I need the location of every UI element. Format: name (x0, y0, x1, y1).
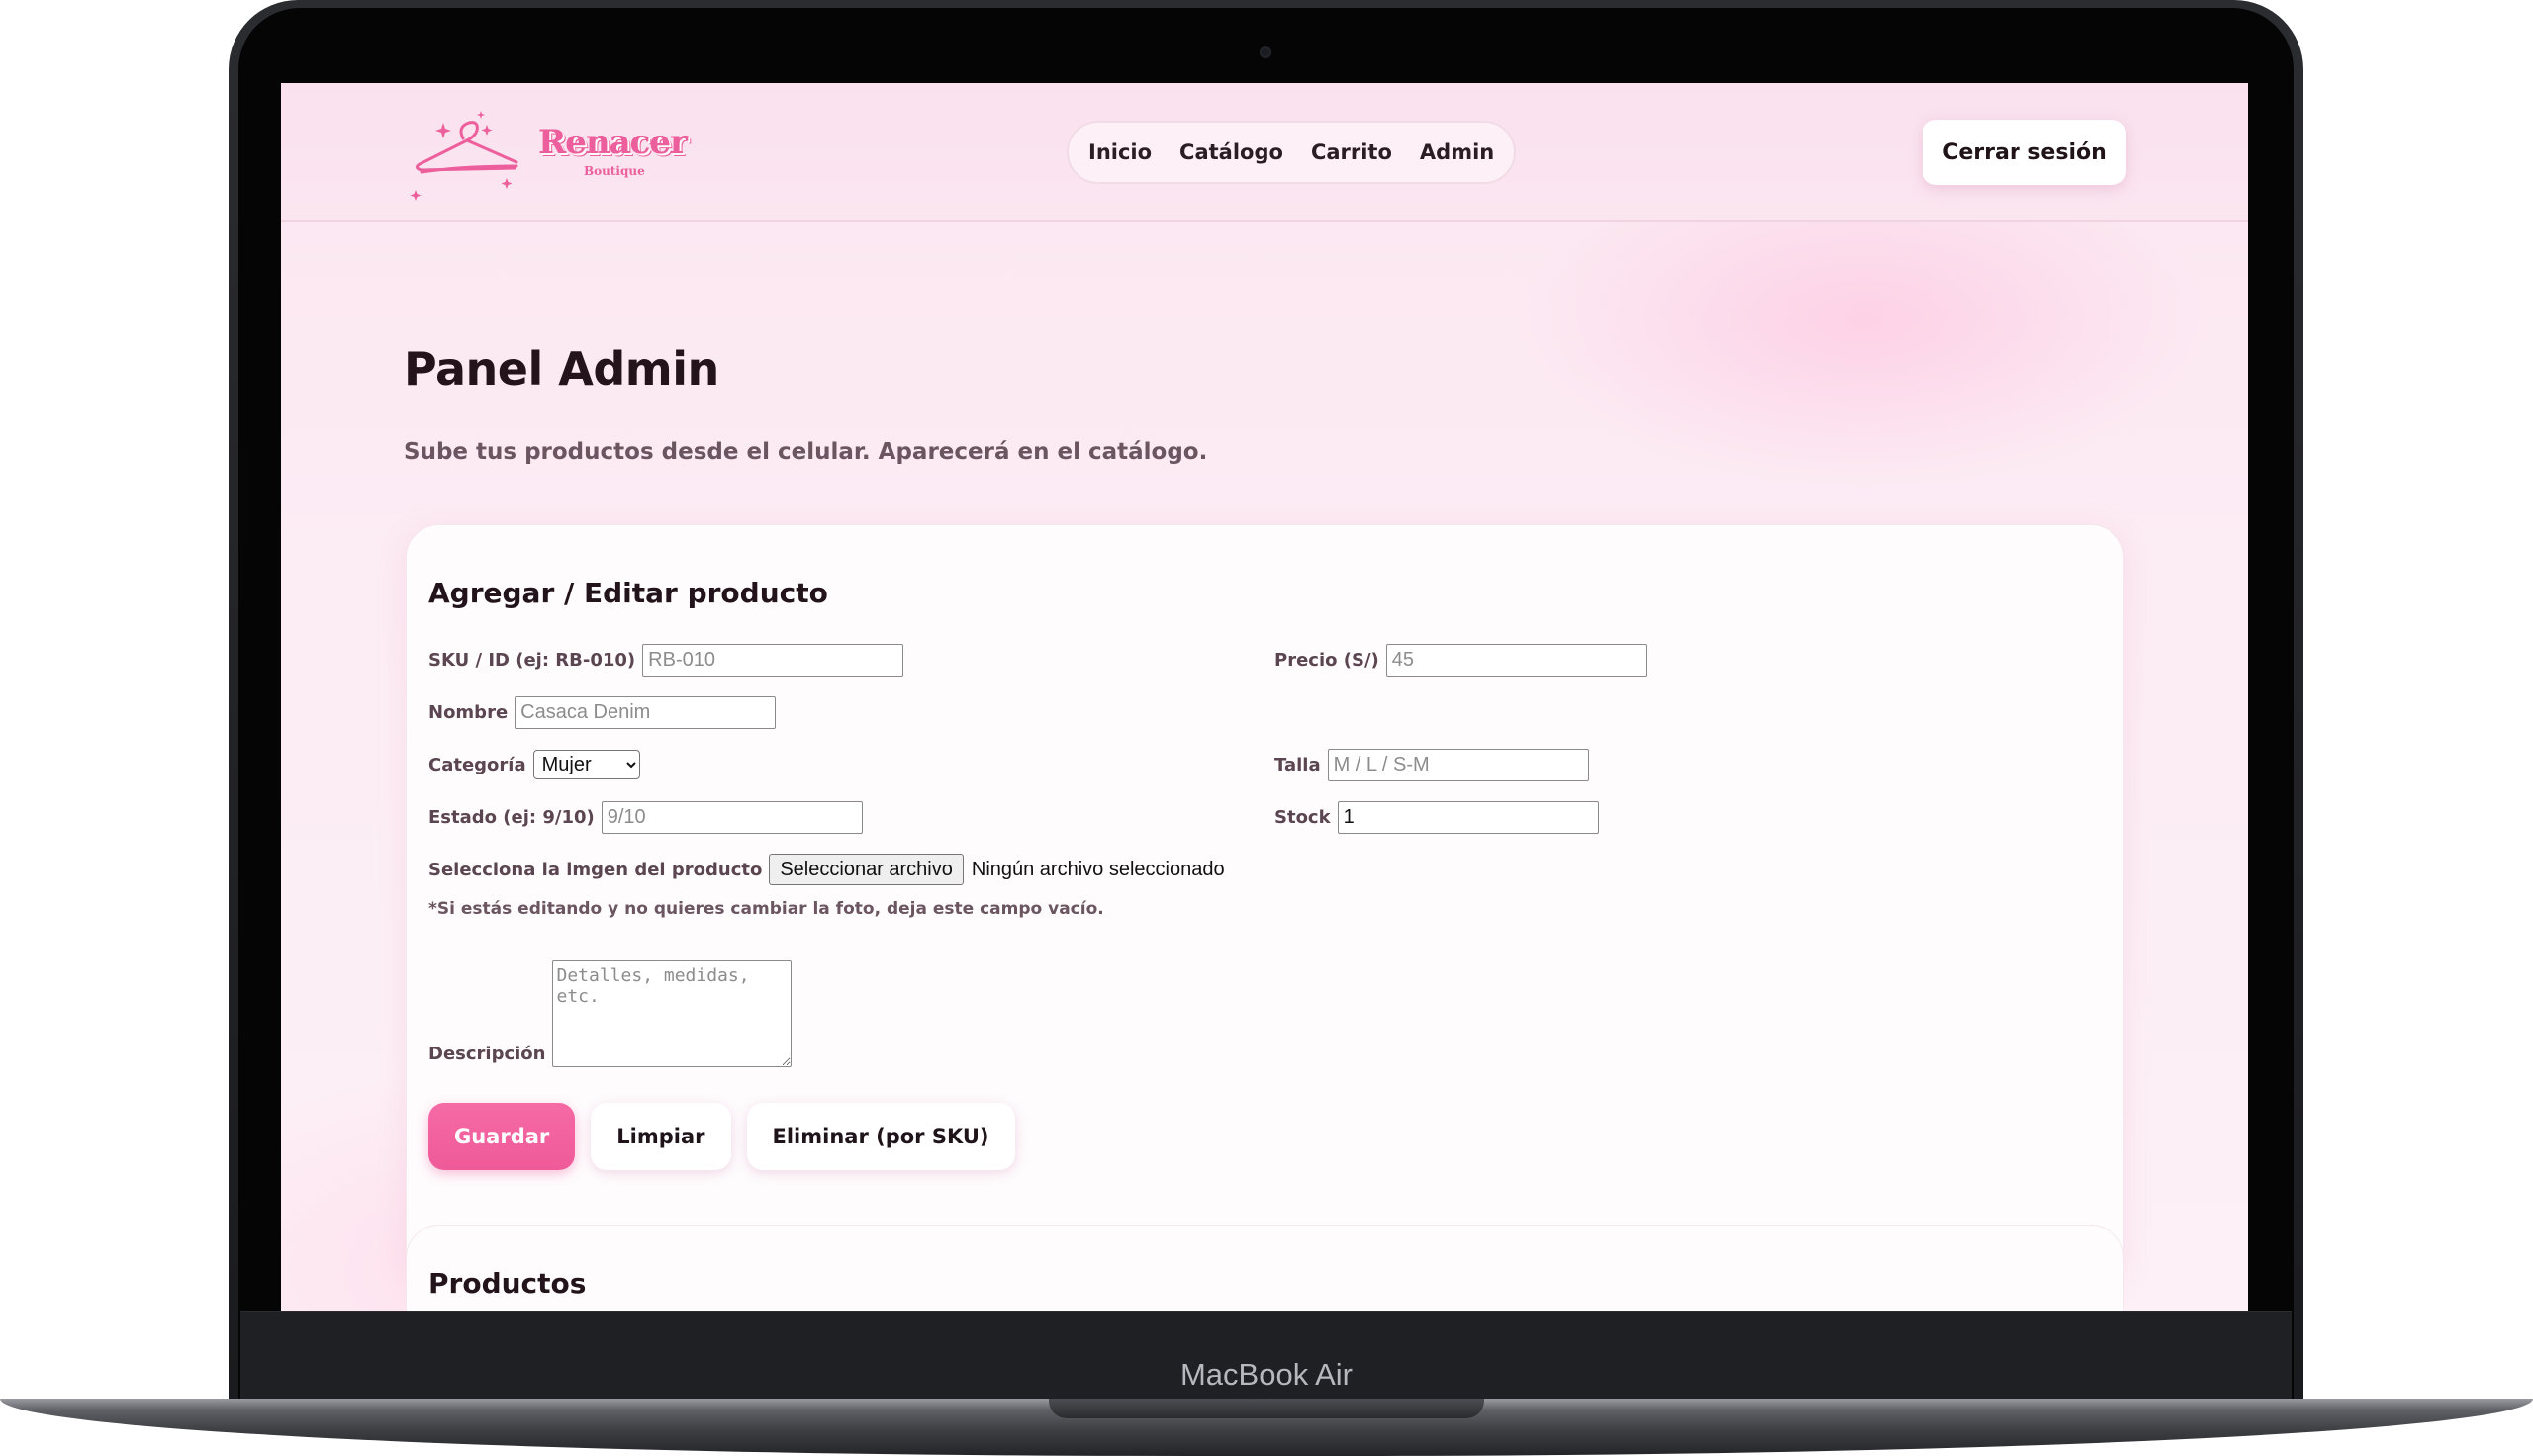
browser-viewport: Renacer Boutique Inicio Catálogo Carrito… (281, 83, 2248, 1311)
name-field-group: Nombre (428, 696, 777, 729)
nav-item-carrito[interactable]: Carrito (1311, 121, 1392, 184)
form-actions: Guardar Limpiar Eliminar (por SKU) (428, 1103, 1015, 1170)
description-textarea[interactable] (551, 960, 792, 1067)
sku-field-group: SKU / ID (ej: RB-010) (428, 644, 904, 677)
save-button[interactable]: Guardar (428, 1103, 576, 1170)
hinge-notch (1049, 1399, 1484, 1418)
description-label: Descripción (428, 1044, 546, 1064)
size-input[interactable] (1327, 749, 1589, 781)
category-field-group: Categoría Mujer (428, 750, 640, 779)
size-label: Talla (1274, 755, 1321, 775)
condition-input[interactable] (601, 801, 863, 834)
size-field-group: Talla (1274, 749, 1589, 781)
brand-logo[interactable]: Renacer Boutique (408, 103, 688, 202)
form-title: Agregar / Editar producto (428, 577, 828, 609)
product-form-card: Agregar / Editar producto SKU / ID (ej: … (406, 524, 2124, 1284)
name-label: Nombre (428, 702, 509, 723)
sku-input[interactable] (642, 644, 904, 677)
description-field-group: Descripción (428, 960, 792, 1067)
nav-item-inicio[interactable]: Inicio (1088, 121, 1152, 184)
name-input[interactable] (515, 696, 777, 729)
condition-label: Estado (ej: 9/10) (428, 807, 595, 828)
image-label: Selecciona la imgen del producto (428, 859, 763, 880)
stock-label: Stock (1274, 807, 1331, 828)
condition-field-group: Estado (ej: 9/10) (428, 801, 863, 834)
nav-item-catalogo[interactable]: Catálogo (1179, 121, 1283, 184)
stock-input[interactable] (1337, 801, 1599, 834)
price-label: Precio (S/) (1274, 650, 1379, 671)
site-header: Renacer Boutique Inicio Catálogo Carrito… (281, 83, 2248, 222)
brand-name: Renacer (538, 123, 688, 162)
category-label: Categoría (428, 754, 526, 775)
page-subtitle: Sube tus productos desde el celular. Apa… (404, 439, 1208, 465)
clear-button[interactable]: Limpiar (591, 1103, 731, 1170)
category-select[interactable]: Mujer (532, 750, 640, 779)
image-field-group: Selecciona la imgen del producto Selecci… (428, 854, 1225, 885)
main-nav: Inicio Catálogo Carrito Admin (1067, 121, 1517, 184)
logout-button[interactable]: Cerrar sesión (1923, 120, 2126, 185)
products-card: Productos (406, 1225, 2124, 1311)
device-model-label: MacBook Air (1179, 1357, 1353, 1392)
price-input[interactable] (1385, 644, 1647, 677)
delete-by-sku-button[interactable]: Eliminar (por SKU) (746, 1103, 1015, 1170)
sku-label: SKU / ID (ej: RB-010) (428, 650, 636, 671)
file-status: Ningún archivo seleccionado (971, 858, 1225, 880)
products-title: Productos (428, 1267, 587, 1300)
select-file-button[interactable]: Seleccionar archivo (769, 854, 964, 885)
camera-icon (1260, 46, 1271, 58)
brand-tagline: Boutique (584, 164, 645, 178)
stock-field-group: Stock (1274, 801, 1599, 834)
price-field-group: Precio (S/) (1274, 644, 1647, 677)
nav-item-admin[interactable]: Admin (1420, 121, 1494, 184)
image-hint: *Si estás editando y no quieres cambiar … (428, 899, 1104, 919)
page-title: Panel Admin (404, 342, 719, 396)
